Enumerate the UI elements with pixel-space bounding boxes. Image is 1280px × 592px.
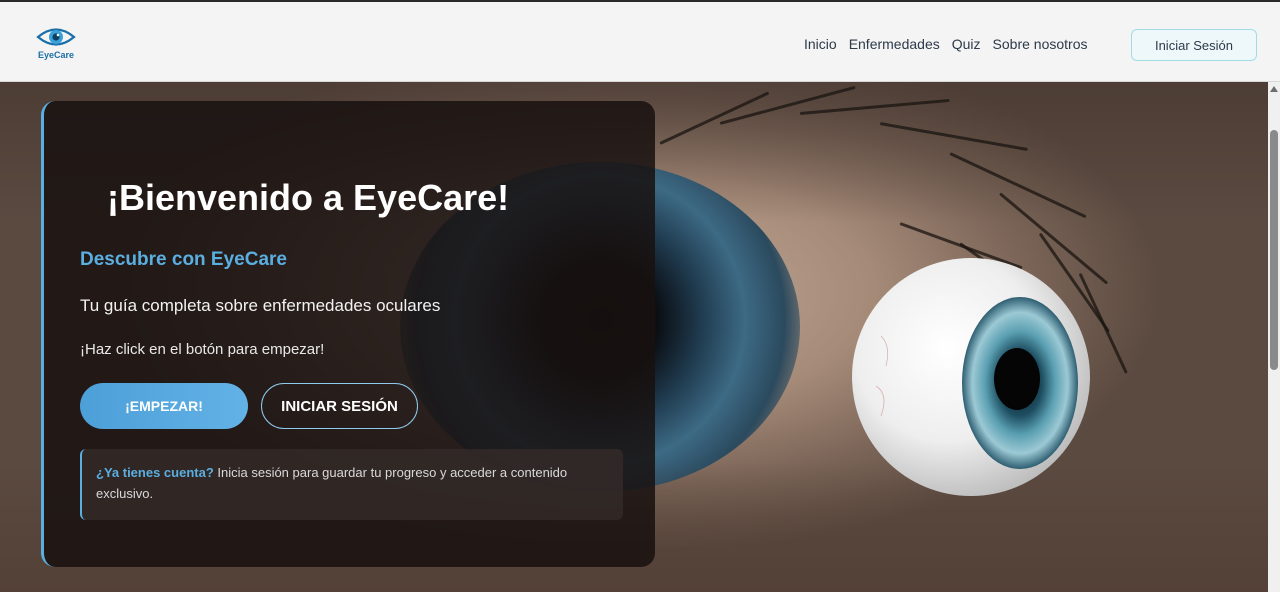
hero-cta-text: ¡Haz click en el botón para empezar! xyxy=(80,341,325,358)
eyeball-illustration xyxy=(852,258,1090,496)
nav-link-quiz[interactable]: Quiz xyxy=(952,36,981,52)
account-info-question[interactable]: ¿Ya tienes cuenta? xyxy=(96,465,214,480)
nav-link-inicio[interactable]: Inicio xyxy=(804,36,837,52)
nav-link-enfermedades[interactable]: Enfermedades xyxy=(849,36,940,52)
account-info-box: ¿Ya tienes cuenta? Inicia sesión para gu… xyxy=(80,449,623,520)
hero-login-button[interactable]: INICIAR SESIÓN xyxy=(261,383,418,429)
brand-logo[interactable]: EyeCare xyxy=(34,24,78,64)
scroll-up-arrow-icon[interactable] xyxy=(1270,86,1278,92)
brand-name: EyeCare xyxy=(37,50,75,60)
nav-links: Inicio Enfermedades Quiz Sobre nosotros xyxy=(804,36,1088,52)
nav-link-sobre-nosotros[interactable]: Sobre nosotros xyxy=(993,36,1088,52)
eyeball-3d-model[interactable] xyxy=(851,256,1091,498)
welcome-card: ¡Bienvenido a EyeCare! Descubre con EyeC… xyxy=(41,101,655,567)
page-title: ¡Bienvenido a EyeCare! xyxy=(107,177,510,218)
page-scrollbar[interactable] xyxy=(1268,82,1280,592)
scroll-thumb[interactable] xyxy=(1270,130,1278,370)
nav-login-button[interactable]: Iniciar Sesión xyxy=(1131,29,1257,61)
start-button[interactable]: ¡EMPEZAR! xyxy=(80,383,248,429)
navbar: EyeCare Inicio Enfermedades Quiz Sobre n… xyxy=(0,2,1280,82)
hero-description: Tu guía completa sobre enfermedades ocul… xyxy=(80,296,441,315)
eye-logo-icon xyxy=(36,28,76,46)
hero-subtitle: Descubre con EyeCare xyxy=(80,249,287,270)
